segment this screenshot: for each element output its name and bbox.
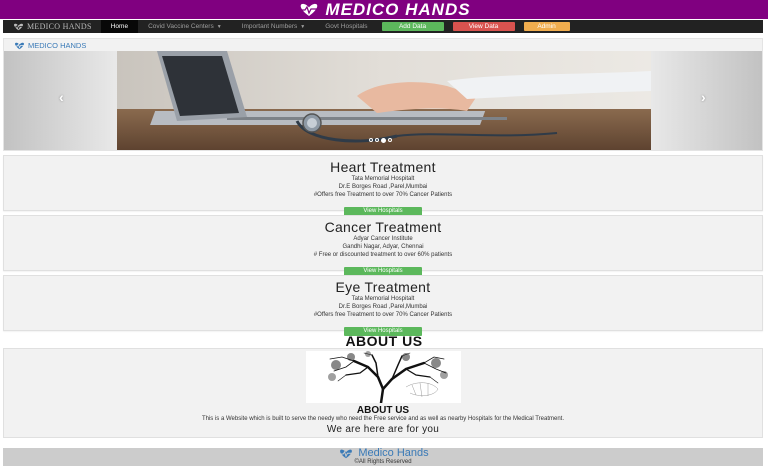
card-address: Gandhi Nagar, Adyar, Chennai — [342, 244, 424, 250]
hero-brand: MEDICO HANDS — [13, 41, 86, 50]
heart-pulse-icon — [339, 449, 353, 458]
card-offer: # Free or discounted treatment to over 6… — [313, 252, 453, 258]
card-hospital: Adyar Cancer Institute — [353, 236, 413, 242]
about-tree-image — [306, 351, 461, 405]
laptop-stethoscope-photo — [117, 51, 651, 150]
carousel-next-arrow-icon[interactable]: › — [701, 89, 706, 105]
about-description: This is a Website which is built to serv… — [201, 416, 565, 422]
tree-illustration — [328, 351, 448, 405]
treatment-card-eye: Eye Treatment Tata Memorial Hospitalt Dr… — [3, 275, 763, 336]
view-data-button[interactable]: View Data — [452, 22, 515, 31]
heart-pulse-icon — [13, 23, 24, 30]
carousel-prev-arrow-icon[interactable]: ‹ — [59, 89, 64, 105]
carousel-indicator[interactable] — [375, 138, 379, 142]
carousel-indicator[interactable] — [388, 138, 392, 142]
nav-important-numbers[interactable]: Important Numbers ▼ — [232, 20, 316, 33]
navbar: MEDICO HANDS Home Covid Vaccine Centers … — [3, 20, 763, 33]
footer-copyright: ©All Rights Reserved — [354, 459, 412, 465]
nav-numbers-label: Important Numbers — [241, 23, 298, 30]
treatment-card-heart: Heart Treatment Tata Memorial Hospitalt … — [3, 155, 763, 216]
card-title: Cancer Treatment — [324, 219, 442, 235]
banner-title-text: MEDICO HANDS — [325, 0, 471, 19]
footer-brand-text: Medico Hands — [358, 447, 429, 459]
card-hospital: Tata Memorial Hospitalt — [351, 176, 415, 182]
treatment-card-cancer: Cancer Treatment Adyar Cancer Institute … — [3, 215, 763, 276]
admin-button[interactable]: Admin — [523, 22, 570, 31]
banner-title: MEDICO HANDS — [297, 0, 470, 20]
carousel-indicators — [369, 137, 392, 143]
add-data-button[interactable]: Add Data — [381, 22, 444, 31]
nav-covid-label: Covid Vaccine Centers — [148, 23, 214, 30]
hero-brand-text: MEDICO HANDS — [28, 41, 87, 50]
carousel-indicator[interactable] — [369, 138, 373, 142]
caret-down-icon: ▼ — [300, 23, 306, 30]
card-address: Dr.E Borges Road ,Parel,Mumbai — [338, 184, 428, 190]
nav-covid-vaccine-centers[interactable]: Covid Vaccine Centers ▼ — [138, 20, 232, 33]
card-offer: #Offers free Treatment to over 70% Cance… — [313, 192, 453, 198]
card-address: Dr.E Borges Road ,Parel,Mumbai — [338, 304, 428, 310]
about-subheading: ABOUT US — [356, 405, 410, 416]
nav-govt-label: Govt Hospitals — [325, 23, 368, 30]
footer: Medico Hands ©All Rights Reserved — [3, 448, 763, 466]
footer-brand: Medico Hands — [3, 448, 763, 459]
about-tagline: We are here are for you — [326, 424, 440, 435]
hero-panel: MEDICO HANDS ‹ › — [3, 38, 763, 151]
card-title: Eye Treatment — [335, 279, 431, 295]
nav-home-label: Home — [110, 23, 129, 30]
heart-pulse-icon — [300, 3, 319, 16]
nav-govt-hospitals[interactable]: Govt Hospitals — [315, 20, 377, 33]
carousel-slide-image — [117, 51, 651, 150]
caret-down-icon: ▼ — [216, 23, 222, 30]
carousel-indicator-active[interactable] — [381, 137, 386, 143]
about-heading: ABOUT US — [345, 333, 423, 349]
nav-home[interactable]: Home — [100, 20, 139, 33]
heart-pulse-icon — [14, 42, 25, 49]
card-hospital: Tata Memorial Hospitalt — [351, 296, 415, 302]
about-panel: ABOUT US This is a Website which is buil… — [3, 348, 763, 438]
card-title: Heart Treatment — [330, 159, 436, 175]
site-banner: MEDICO HANDS — [0, 0, 768, 19]
navbar-brand-text: MEDICO HANDS — [27, 22, 92, 31]
navbar-brand[interactable]: MEDICO HANDS — [3, 22, 101, 31]
card-offer: #Offers free Treatment to over 70% Cance… — [313, 312, 453, 318]
